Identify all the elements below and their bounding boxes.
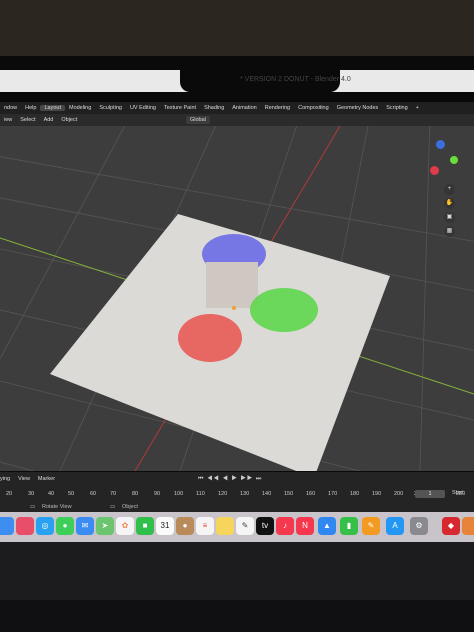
current-frame-field[interactable]: 1 — [415, 490, 445, 498]
tick-label: 60 — [90, 491, 97, 497]
blender-icon[interactable] — [462, 517, 474, 535]
green-blob[interactable] — [250, 288, 318, 332]
reminders-icon[interactable]: ≡ — [196, 517, 214, 535]
tv-icon[interactable]: tv — [256, 517, 274, 535]
system-settings-icon[interactable]: ⚙ — [410, 517, 428, 535]
pages-icon[interactable]: ✎ — [362, 517, 380, 535]
status-rotate-view: Rotate View — [42, 504, 72, 510]
app-store-icon[interactable]: A — [386, 517, 404, 535]
tick-label: 50 — [68, 491, 75, 497]
grey-column[interactable] — [206, 262, 258, 308]
tab-geometry-nodes[interactable]: Geometry Nodes — [333, 105, 383, 111]
camera-icon[interactable]: ▣ — [444, 212, 455, 223]
viewport-header: iew Select Add Object Global — [0, 114, 474, 126]
menu-view[interactable]: iew — [0, 117, 16, 123]
calendar-icon[interactable]: 31 — [156, 517, 174, 535]
window-title: * VERSION 2 DONUT - Blender 4.0 — [240, 76, 351, 83]
tab-shading[interactable]: Shading — [200, 105, 228, 111]
grid-icon[interactable]: ▦ — [444, 226, 455, 237]
top-menubar: ndow Help Layout Modeling Sculpting UV E… — [0, 102, 474, 114]
playback-controls[interactable]: ⏮ ◀◀ ◀ ▶ ▶▶ ⏭ — [198, 476, 262, 483]
blender-window: * VERSION 2 DONUT - Blender 4.0 ndow Hel… — [0, 70, 474, 590]
tab-compositing[interactable]: Compositing — [294, 105, 333, 111]
tick-label: 100 — [174, 491, 184, 497]
tick-label: 80 — [132, 491, 139, 497]
add-workspace-button[interactable]: + — [412, 105, 423, 111]
frame-ruler[interactable]: 20 30 40 50 60 70 80 90 100 110 120 130 … — [0, 491, 474, 499]
timeline-menu: ying View Marker — [0, 476, 55, 482]
transform-orientation-dropdown[interactable]: Global — [186, 116, 210, 124]
3d-viewport[interactable]: + ✋ ▣ ▦ — [0, 115, 474, 590]
tick-label: 170 — [328, 491, 338, 497]
tab-uv-editing[interactable]: UV Editing — [126, 105, 160, 111]
safari-icon[interactable]: ◎ — [36, 517, 54, 535]
facetime-icon[interactable]: ■ — [136, 517, 154, 535]
tab-rendering[interactable]: Rendering — [261, 105, 294, 111]
tick-label: 140 — [262, 491, 272, 497]
launchpad-icon[interactable] — [16, 517, 34, 535]
tick-label: 120 — [218, 491, 228, 497]
news-icon[interactable]: N — [296, 517, 314, 535]
hand-icon[interactable]: ✋ — [444, 198, 455, 209]
messages-icon[interactable]: ● — [56, 517, 74, 535]
tick-label: 70 — [110, 491, 117, 497]
status-bar: ▭ Rotate View ▭ Object — [0, 502, 474, 512]
gizmo-x-icon[interactable] — [430, 166, 439, 175]
viewport-canvas[interactable] — [0, 115, 474, 590]
mail-icon[interactable]: ✉ — [76, 517, 94, 535]
shield-app-icon[interactable]: ◆ — [442, 517, 460, 535]
tick-label: 40 — [48, 491, 55, 497]
tick-label: 190 — [372, 491, 382, 497]
timeline-menu-view[interactable]: View — [18, 476, 30, 482]
timeline-menu-marker[interactable]: Marker — [38, 476, 55, 482]
menu-select[interactable]: Select — [16, 117, 39, 123]
menu-window[interactable]: ndow — [0, 105, 21, 111]
tab-animation[interactable]: Animation — [228, 105, 260, 111]
menu-add[interactable]: Add — [40, 117, 58, 123]
tick-label: 90 — [154, 491, 161, 497]
origin-point — [232, 306, 236, 310]
tab-modeling[interactable]: Modeling — [65, 105, 95, 111]
timeline-menu-playback[interactable]: ying — [0, 476, 10, 482]
tab-scripting[interactable]: Scripting — [382, 105, 411, 111]
tab-texture-paint[interactable]: Texture Paint — [160, 105, 200, 111]
tick-label: 110 — [196, 491, 205, 497]
menu-help[interactable]: Help — [21, 105, 40, 111]
tick-label: 30 — [28, 491, 35, 497]
tick-label: 130 — [240, 491, 250, 497]
gizmo-y-icon[interactable] — [450, 156, 458, 164]
contacts-icon[interactable]: ● — [176, 517, 194, 535]
music-icon[interactable]: ♪ — [276, 517, 294, 535]
numbers-icon[interactable]: ▮ — [340, 517, 358, 535]
freeform-icon[interactable]: ✎ — [236, 517, 254, 535]
tick-label: 200 — [394, 491, 404, 497]
menu-object[interactable]: Object — [57, 117, 81, 123]
photos-icon[interactable]: ✿ — [116, 517, 134, 535]
tick-label: 160 — [306, 491, 316, 497]
tab-sculpting[interactable]: Sculpting — [95, 105, 126, 111]
start-frame-label[interactable]: Start — [452, 490, 464, 496]
keynote-icon[interactable]: ▲ — [318, 517, 336, 535]
red-blob[interactable] — [178, 314, 242, 362]
tick-label: 150 — [284, 491, 294, 497]
tick-label: 20 — [6, 491, 13, 497]
mac-title-bar: * VERSION 2 DONUT - Blender 4.0 — [0, 70, 474, 92]
mouse-icon: ▭ — [30, 504, 36, 510]
gizmo-z-icon[interactable] — [436, 140, 445, 149]
tick-label: 180 — [350, 491, 360, 497]
notes-icon[interactable] — [216, 517, 234, 535]
finder-icon[interactable] — [0, 517, 14, 535]
maps-icon[interactable]: ➤ — [96, 517, 114, 535]
mouse-icon: ▭ — [110, 504, 116, 510]
status-object: Object — [122, 504, 138, 510]
mac-dock: ◎ ● ✉ ➤ ✿ ■ 31 ● ≡ ✎ tv ♪ N ▲ ▮ ✎ A ⚙ ◆ — [0, 512, 474, 542]
zoom-icon[interactable]: + — [444, 184, 455, 195]
tab-layout[interactable]: Layout — [40, 105, 65, 111]
